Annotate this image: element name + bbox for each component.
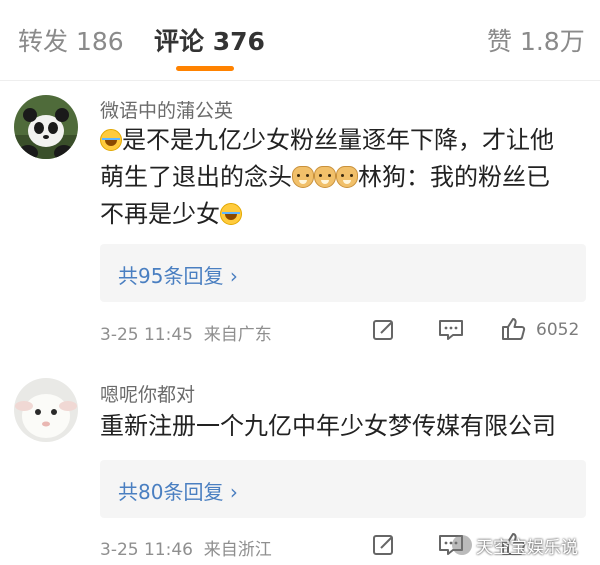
replies-link[interactable]: 共80条回复 › xyxy=(100,460,586,518)
replies-link[interactable]: 共95条回复 › xyxy=(100,244,586,302)
panda-avatar[interactable] xyxy=(14,95,78,159)
doge-icon xyxy=(314,166,336,188)
watermark: 天空宝娱乐说 xyxy=(476,538,578,558)
username[interactable]: 微语中的蒲公英 xyxy=(100,96,233,123)
repost-icon[interactable] xyxy=(372,318,396,342)
chevron-right-icon: › xyxy=(229,480,238,504)
divider xyxy=(0,80,600,81)
like-count: 6052 xyxy=(536,320,580,340)
comment-icon[interactable] xyxy=(438,318,464,342)
replies-count: 共95条回复 › xyxy=(118,264,238,288)
doge-icon xyxy=(336,166,358,188)
laughing-tears-icon xyxy=(220,203,242,225)
comment-meta: 3-25 11:46 来自浙江 xyxy=(100,540,272,560)
lamb-avatar[interactable] xyxy=(14,378,78,442)
replies-count: 共80条回复 › xyxy=(118,480,238,504)
like-icon[interactable] xyxy=(500,316,526,342)
comment-tabs: 转发 186 评论 376 赞 1.8万 xyxy=(0,0,600,80)
comment-meta: 3-25 11:45 来自广东 xyxy=(100,325,272,345)
comment-text: 是不是九亿少女粉丝量逐年下降，才让他 萌生了退出的念头 林狗：我的粉丝已 不再是少… xyxy=(100,126,554,228)
laughing-tears-icon xyxy=(100,129,122,151)
tab-comment[interactable]: 评论 376 xyxy=(154,22,265,58)
repost-icon[interactable] xyxy=(372,533,396,557)
watermark-logo-icon xyxy=(452,535,472,555)
chevron-right-icon: › xyxy=(229,264,238,288)
tab-repost[interactable]: 转发 186 xyxy=(18,22,124,58)
tab-like[interactable]: 赞 1.8万 xyxy=(487,22,585,58)
active-tab-indicator xyxy=(176,66,234,71)
username[interactable]: 嗯呢你都对 xyxy=(100,380,195,407)
comment-text: 重新注册一个九亿中年少女梦传媒有限公司 xyxy=(100,412,556,440)
doge-icon xyxy=(292,166,314,188)
